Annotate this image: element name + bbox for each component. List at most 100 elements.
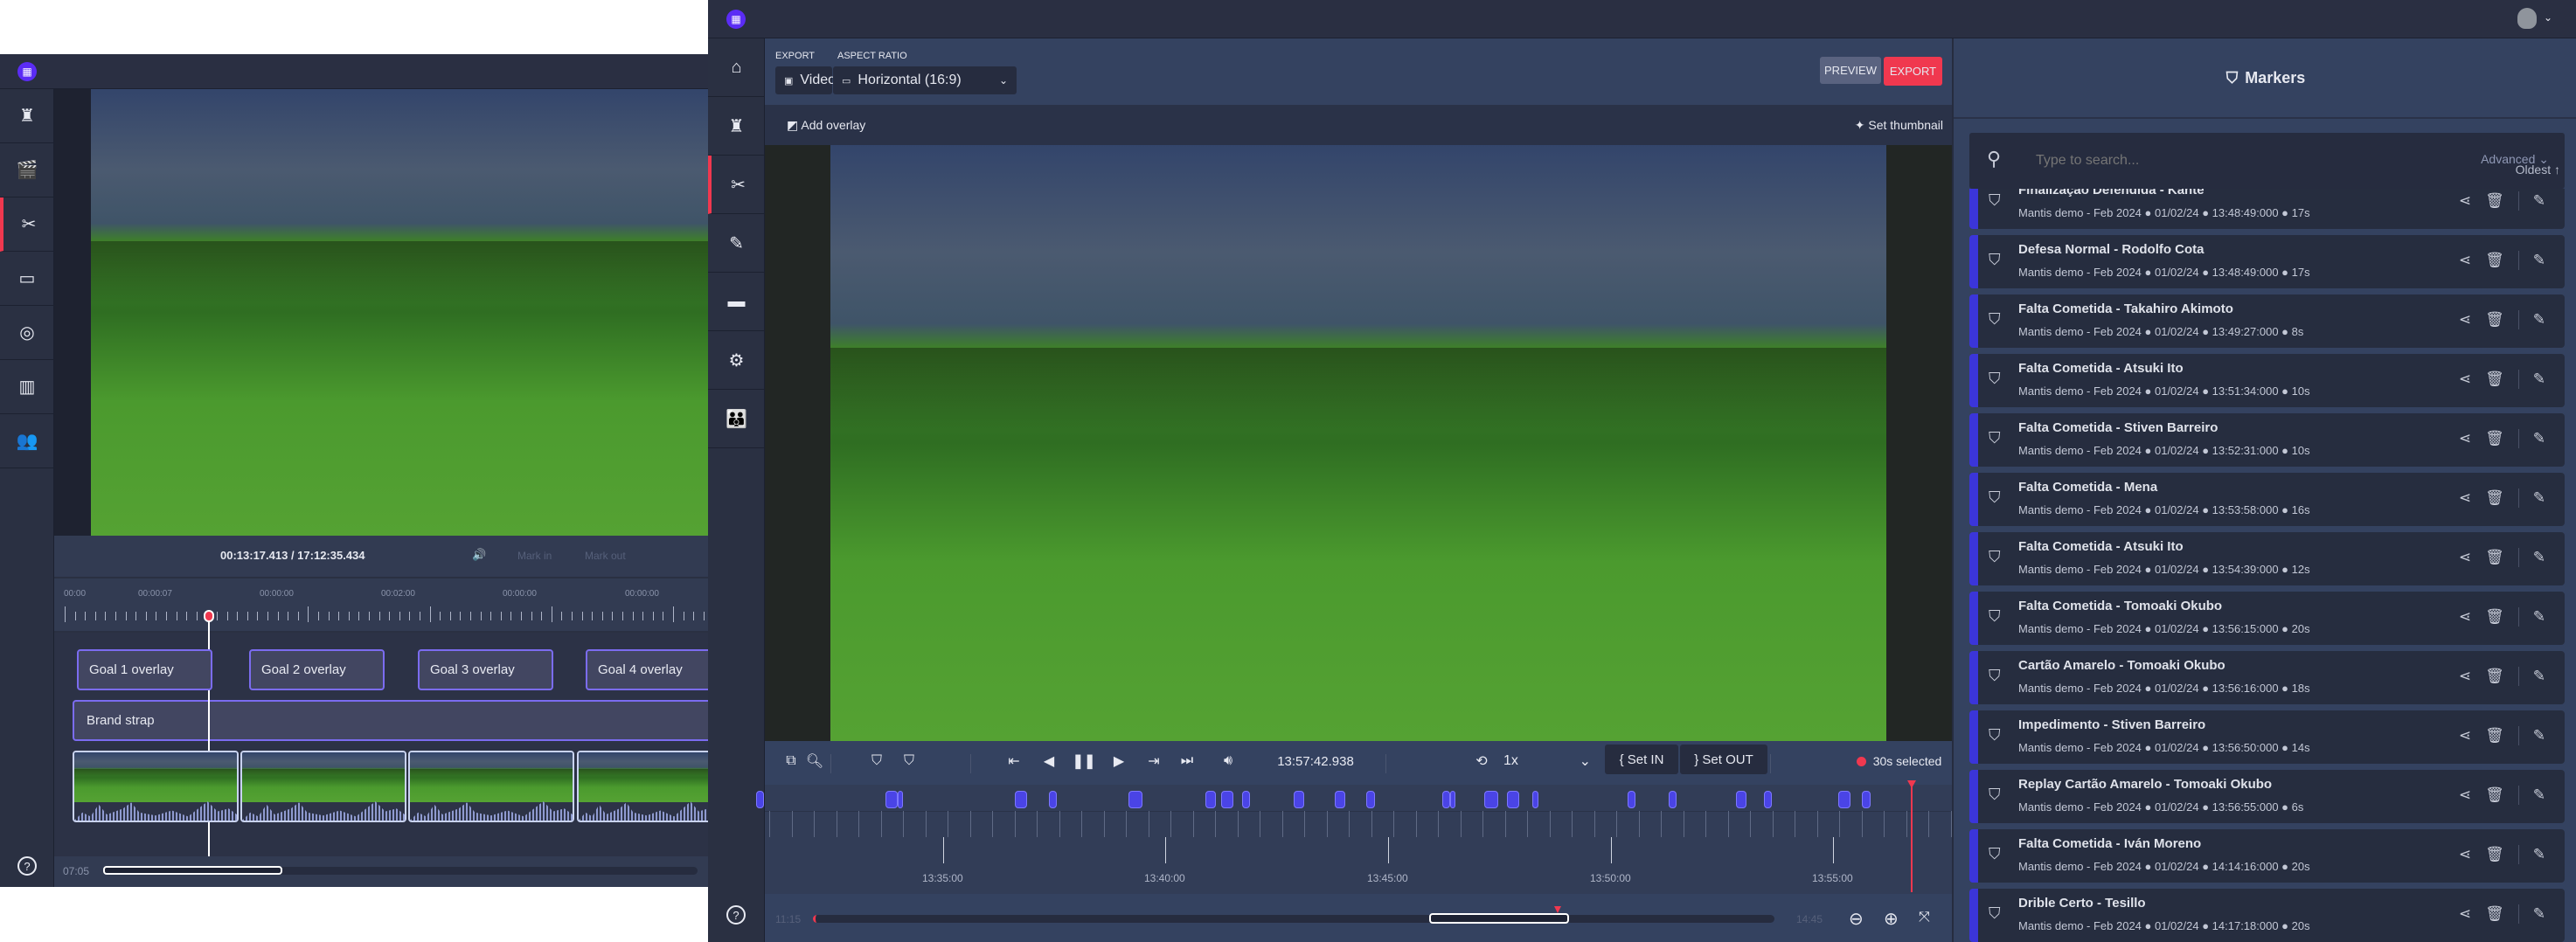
volume-icon[interactable]: 🔊 <box>472 548 486 562</box>
marker-list-item[interactable]: ⛉ Falta Cometida - Takahiro Akimoto Mantis… <box>1969 294 2565 348</box>
external-link-icon[interactable]: ⧉ <box>782 750 800 772</box>
trash-icon[interactable]: 🗑︎ <box>2485 371 2504 388</box>
marker-chip[interactable] <box>1507 791 1519 808</box>
share-icon[interactable]: ⋖ <box>2459 311 2471 329</box>
search-box[interactable]: ⚲ Advanced ⌄ <box>1969 133 2565 189</box>
overlay-clip[interactable]: Goal 1 overlay <box>77 649 212 690</box>
video-frame[interactable] <box>830 145 1886 741</box>
edit-icon[interactable]: ✎ <box>2533 489 2545 507</box>
marker-chip[interactable] <box>1450 791 1455 808</box>
marker-icon[interactable]: ⛉ <box>868 750 885 772</box>
share-icon[interactable]: ⋖ <box>2459 489 2471 507</box>
marker-chip[interactable] <box>1242 791 1250 808</box>
edit-icon[interactable]: ✎ <box>2533 727 2545 745</box>
marker-add-icon[interactable]: ⛉ <box>900 750 918 772</box>
filmstrip-segment[interactable] <box>577 751 708 822</box>
zoom-out-icon[interactable]: ⊖ <box>1849 908 1864 930</box>
filmstrip-segment[interactable] <box>240 751 406 822</box>
jump-to-out-icon[interactable]: ⇥ <box>1145 750 1163 772</box>
set-in-button[interactable]: { Set IN <box>1605 745 1678 774</box>
share-icon[interactable]: ⋖ <box>2459 905 2471 923</box>
playhead-handle[interactable] <box>204 610 214 622</box>
marker-chip[interactable] <box>1838 791 1850 808</box>
sidebar-item[interactable]: ♜ <box>0 89 54 143</box>
marker-chip[interactable] <box>1442 791 1450 808</box>
marker-chip[interactable] <box>1862 791 1871 808</box>
marker-chip[interactable] <box>1366 791 1375 808</box>
jump-to-in-icon[interactable]: ⇤ <box>1005 750 1023 772</box>
trash-icon[interactable]: 🗑︎ <box>2485 608 2504 626</box>
overlay-clip[interactable]: Goal 2 overlay <box>249 649 385 690</box>
marker-chip[interactable] <box>1335 791 1345 808</box>
sort-toggle[interactable]: Oldest ↑ <box>2516 163 2560 177</box>
marker-list-item[interactable]: ⛉ Defesa Normal - Rodolfo Cota Mantis demo… <box>1969 235 2565 288</box>
search-input[interactable] <box>2036 149 2429 173</box>
marker-chip[interactable] <box>1294 791 1304 808</box>
share-icon[interactable]: ⋖ <box>2459 668 2471 685</box>
marker-chip[interactable] <box>1484 791 1498 808</box>
trash-icon[interactable]: 🗑︎ <box>2485 846 2504 863</box>
share-icon[interactable]: ⋖ <box>2459 846 2471 863</box>
sidebar-item[interactable]: ▬ <box>708 273 765 331</box>
marker-list-item[interactable]: ⛉ Finalização Defendida - Kanté Mantis dem… <box>1969 189 2565 229</box>
share-icon[interactable]: ⋖ <box>2459 786 2471 804</box>
marker-chip[interactable] <box>1764 791 1772 808</box>
add-overlay-button[interactable]: ◩ Add overlay <box>787 118 865 133</box>
edit-icon[interactable]: ✎ <box>2533 549 2545 566</box>
trash-icon[interactable]: 🗑︎ <box>2485 489 2504 507</box>
marker-list-item[interactable]: ⛉ Cartão Amarelo - Tomoaki Okubo Mantis de… <box>1969 651 2565 704</box>
sidebar-item[interactable]: ✂ <box>708 156 765 214</box>
set-out-button[interactable]: } Set OUT <box>1680 745 1767 774</box>
mark-in-button[interactable]: Mark in <box>517 550 552 562</box>
overlay-clip[interactable]: Goal 3 overlay <box>418 649 553 690</box>
left-scroll-window[interactable] <box>103 866 282 875</box>
playback-speed-icon[interactable]: ⟲ <box>1473 750 1490 772</box>
marker-chip[interactable] <box>1532 791 1538 808</box>
sidebar-item[interactable]: ▭ <box>0 252 54 306</box>
sidebar-item[interactable]: ♜ <box>708 97 765 156</box>
set-thumbnail-button[interactable]: ✦ Set thumbnail <box>1855 118 1943 133</box>
marker-chip[interactable] <box>1015 791 1027 808</box>
filmstrip-segment[interactable] <box>73 751 239 822</box>
sidebar-item[interactable]: 👥 <box>0 414 54 468</box>
next-icon[interactable]: ⏭ <box>1178 750 1196 772</box>
app-logo[interactable]: ▦ <box>726 10 746 29</box>
marker-chip[interactable] <box>1049 791 1057 808</box>
share-icon[interactable]: ⋖ <box>2459 549 2471 566</box>
marker-chip[interactable] <box>1628 791 1635 808</box>
marker-chip[interactable] <box>1669 791 1677 808</box>
fit-icon[interactable]: ⤧ <box>1919 910 1930 925</box>
avatar[interactable] <box>2517 8 2537 29</box>
sidebar-item[interactable]: 🎬 <box>0 143 54 197</box>
pause-icon[interactable]: ❚❚ <box>1073 750 1096 772</box>
brand-strap-clip[interactable]: Brand strap <box>73 700 708 741</box>
marker-list-item[interactable]: ⛉ Falta Cometida - Atsuki Ito Mantis demo … <box>1969 532 2565 585</box>
zoom-in-icon[interactable]: ⊕ <box>1884 908 1899 930</box>
share-icon[interactable]: ⋖ <box>2459 192 2471 210</box>
marker-list-item[interactable]: ⛉ Impedimento - Stiven Barreiro Mantis dem… <box>1969 710 2565 764</box>
trash-icon[interactable]: 🗑︎ <box>2485 311 2504 329</box>
marker-chip[interactable] <box>756 791 764 808</box>
marker-chip[interactable] <box>1205 791 1216 808</box>
sidebar-item[interactable]: ⚙ <box>708 331 765 390</box>
marker-list-item[interactable]: ⛉ Drible Certo - Tesillo Mantis demo - Feb… <box>1969 889 2565 942</box>
share-icon[interactable]: ⋖ <box>2459 608 2471 626</box>
sidebar-item[interactable]: ✎ <box>708 214 765 273</box>
left-time-ruler[interactable]: 00:00 00:00:07 00:00:00 00:02:00 00:00:00 00:… <box>54 578 708 631</box>
scroll-track[interactable] <box>813 915 1774 923</box>
trash-icon[interactable]: 🗑︎ <box>2485 727 2504 745</box>
marker-chip[interactable] <box>898 791 903 808</box>
step-forward-icon[interactable]: ▶ <box>1110 750 1128 772</box>
trash-icon[interactable]: 🗑︎ <box>2485 252 2504 269</box>
edit-icon[interactable]: ✎ <box>2533 668 2545 685</box>
edit-icon[interactable]: ✎ <box>2533 846 2545 863</box>
sidebar-item[interactable]: 👪 <box>708 390 765 448</box>
marker-list-item[interactable]: ⛉ Falta Cometida - Mena Mantis demo - Feb … <box>1969 473 2565 526</box>
left-video-frame[interactable] <box>91 89 708 536</box>
volume-icon[interactable]: 🔊︎ <box>1219 750 1237 772</box>
edit-icon[interactable]: ✎ <box>2533 371 2545 388</box>
preview-button[interactable]: PREVIEW <box>1820 57 1881 84</box>
trash-icon[interactable]: 🗑︎ <box>2485 549 2504 566</box>
step-back-icon[interactable]: ◀ <box>1040 750 1058 772</box>
trash-icon[interactable]: 🗑︎ <box>2485 905 2504 923</box>
